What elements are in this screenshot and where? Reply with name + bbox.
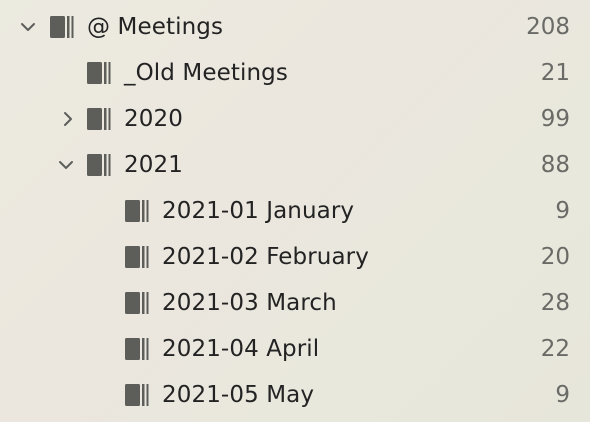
note-count: 208 — [526, 14, 570, 40]
note-count: 88 — [540, 152, 570, 178]
tree-item-2021-02[interactable]: 2021-02 February 20 — [0, 234, 590, 280]
notebook-icon — [125, 338, 151, 360]
note-count: 9 — [555, 382, 570, 408]
note-count: 21 — [540, 60, 570, 86]
tree-item-label: 2021-05 May — [162, 382, 315, 408]
tree-item-label: 2021 — [124, 152, 183, 178]
tree-item-label: 2020 — [124, 106, 183, 132]
note-count: 20 — [540, 244, 570, 270]
tree-item-meetings[interactable]: @ Meetings 208 — [0, 4, 590, 50]
tree-item-old-meetings[interactable]: _Old Meetings 21 — [0, 50, 590, 96]
note-count: 9 — [555, 198, 570, 224]
notebook-icon — [87, 108, 113, 130]
tree-item-label: @ Meetings — [87, 14, 224, 40]
tree-item-2021-01[interactable]: 2021-01 January 9 — [0, 188, 590, 234]
chevron-down-icon[interactable] — [19, 18, 37, 36]
notebook-icon — [125, 384, 151, 406]
chevron-right-icon[interactable] — [59, 110, 77, 128]
note-count: 22 — [540, 336, 570, 362]
notebook-icon — [125, 246, 151, 268]
tree-item-label: 2021-04 April — [162, 336, 320, 362]
tree-item-2021-04[interactable]: 2021-04 April 22 — [0, 326, 590, 372]
notebook-icon — [87, 154, 113, 176]
note-count: 99 — [540, 106, 570, 132]
tree-item-label: _Old Meetings — [124, 60, 288, 86]
notebook-icon — [87, 62, 113, 84]
chevron-down-icon[interactable] — [57, 156, 75, 174]
tree-item-label: 2021-02 February — [162, 244, 369, 270]
tree-item-label: 2021-01 January — [162, 198, 355, 224]
tree-item-2021-05[interactable]: 2021-05 May 9 — [0, 372, 590, 418]
tree-item-label: 2021-03 March — [162, 290, 337, 316]
notebook-icon — [125, 200, 151, 222]
tree-item-2020[interactable]: 2020 99 — [0, 96, 590, 142]
tree-item-2021[interactable]: 2021 88 — [0, 142, 590, 188]
tree-item-2021-03[interactable]: 2021-03 March 28 — [0, 280, 590, 326]
notebook-icon — [50, 16, 76, 38]
notebook-icon — [125, 292, 151, 314]
notebook-tree: @ Meetings 208 _Old Meetings 21 2020 99 … — [0, 0, 590, 422]
note-count: 28 — [540, 290, 570, 316]
